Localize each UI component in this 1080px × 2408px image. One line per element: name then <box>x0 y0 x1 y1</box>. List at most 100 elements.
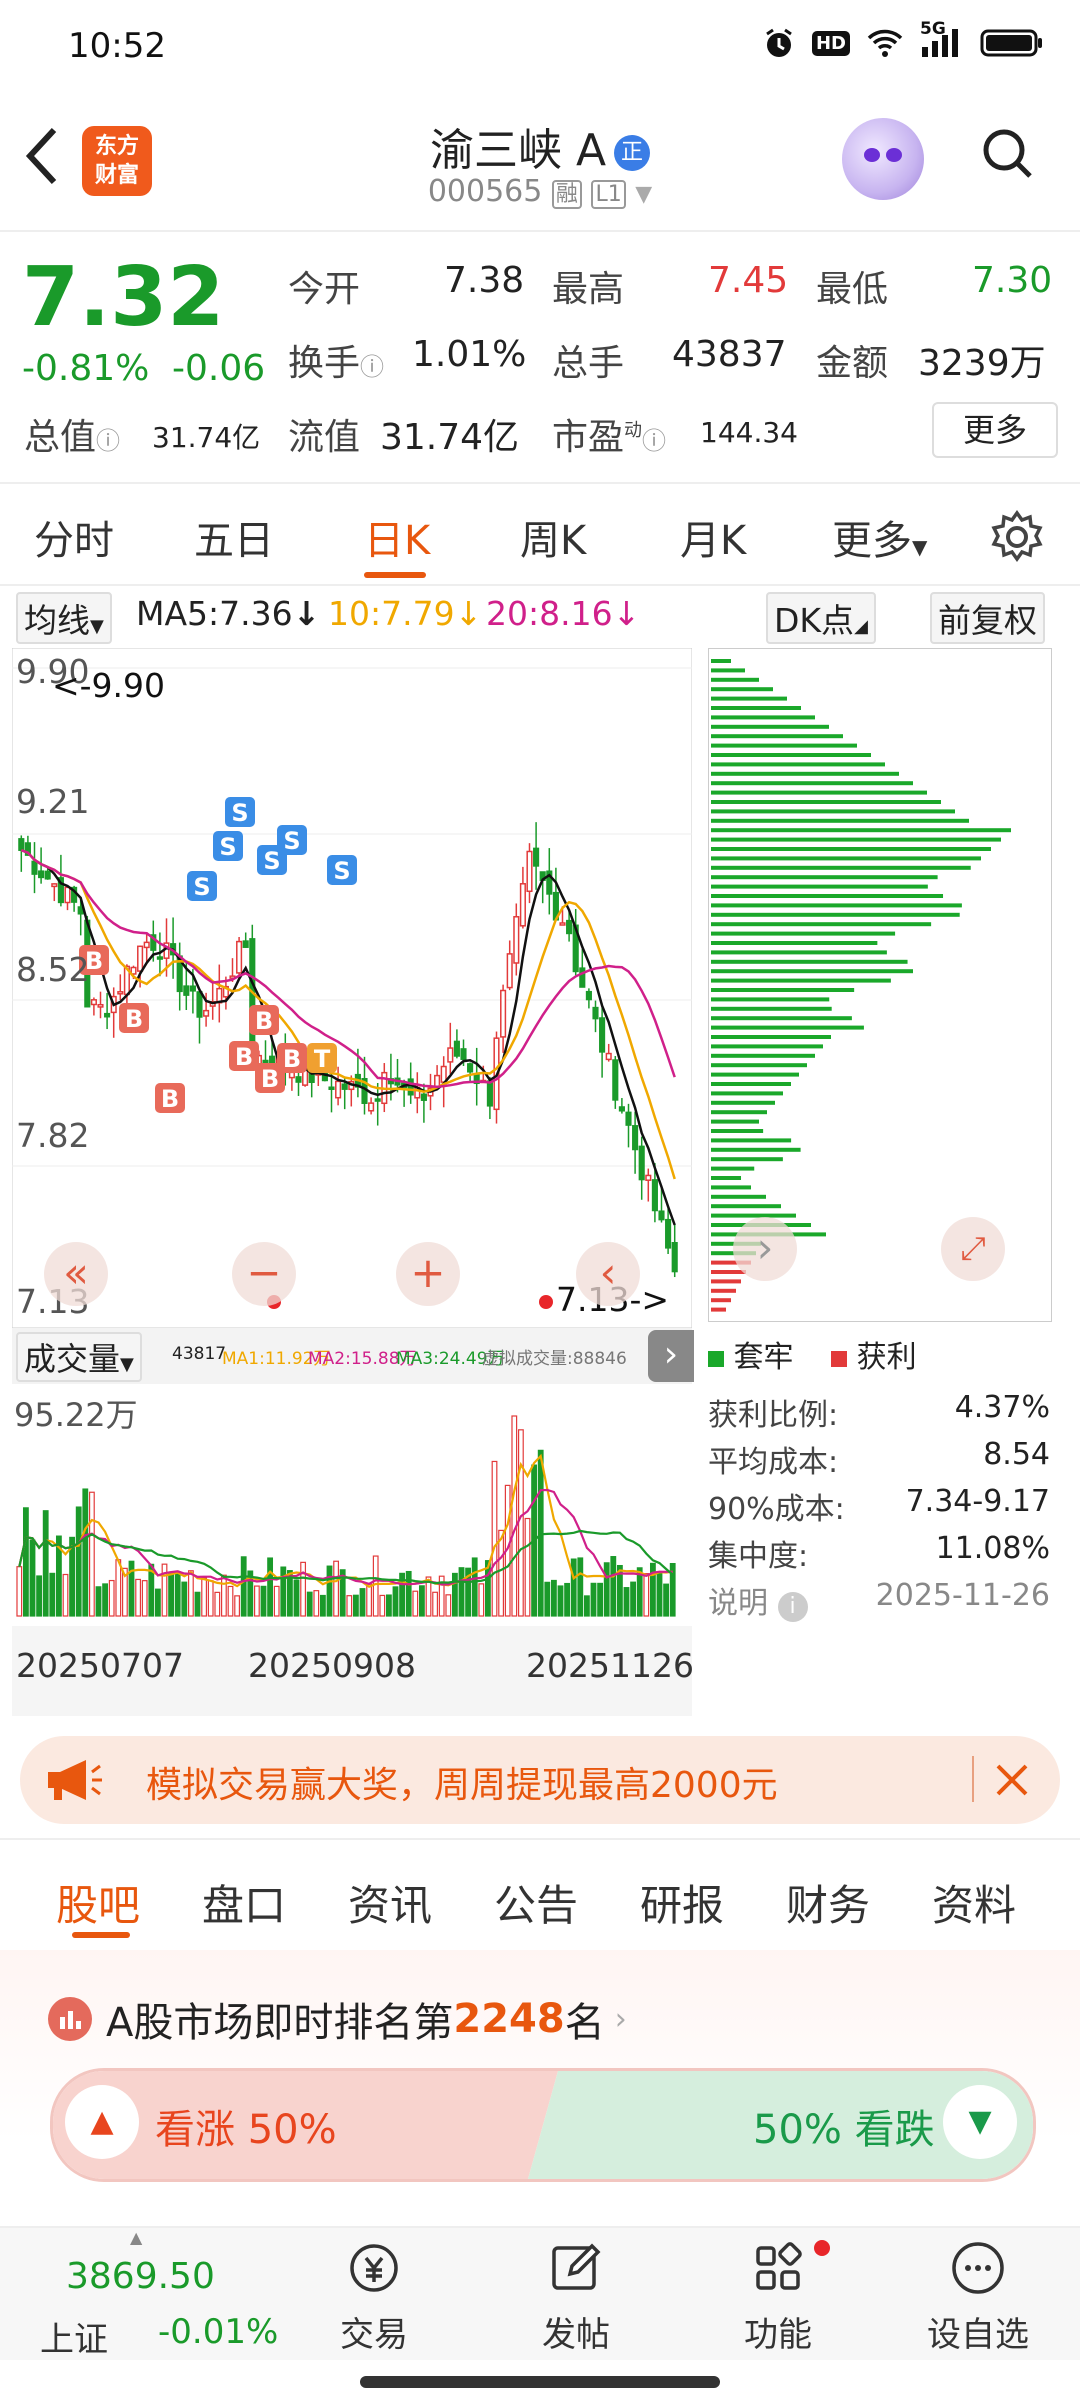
volume-bar <box>432 1591 439 1617</box>
volume-chart[interactable]: 95.22万 <box>12 1386 692 1626</box>
rank-number: 2248 <box>453 1996 565 2042</box>
candle-body <box>467 1063 474 1073</box>
marker-S: S <box>187 871 217 901</box>
chip-prev-button[interactable]: › <box>733 1217 797 1281</box>
chip-bar <box>711 696 787 701</box>
chip-bar <box>711 978 891 983</box>
tab-guba[interactable]: 股吧 <box>56 1872 140 1933</box>
indicator-selector[interactable]: 均线▼ <box>16 592 112 644</box>
rank-link[interactable]: A股市场即时排名第 2248 名 › <box>48 1990 627 2048</box>
nav-functions[interactable]: 功能 <box>738 2238 830 2356</box>
ai-assistant-avatar[interactable] <box>842 118 924 200</box>
info-icon[interactable]: ⓘ <box>360 353 384 381</box>
volume-value: 43837 <box>672 334 787 375</box>
volume-bar <box>16 1566 23 1617</box>
marker-text: B <box>261 1065 279 1093</box>
promo-banner[interactable]: 模拟交易赢大奖，周周提现最高2000元 <box>20 1736 1060 1824</box>
marker-text: T <box>314 1045 331 1073</box>
pe-label: 市盈动ⓘ <box>552 417 667 458</box>
tab-five-day[interactable]: 五日 <box>194 508 274 566</box>
candle-body <box>420 1093 427 1101</box>
volume-bar <box>135 1578 142 1617</box>
active-tab-indicator <box>72 1932 130 1938</box>
tab-profile[interactable]: 资料 <box>932 1872 1016 1933</box>
vote-down-button[interactable]: ▼ <box>943 2085 1017 2159</box>
volume-bar <box>630 1581 637 1617</box>
nav-add-watchlist[interactable]: 设自选 <box>918 2238 1038 2356</box>
expand-icon[interactable]: ⤢ <box>941 1217 1005 1281</box>
chip-bar <box>711 941 878 945</box>
volume-bar <box>220 1574 227 1617</box>
candle-body <box>638 1145 645 1181</box>
legend-trapped: 套牢 <box>733 1340 794 1375</box>
chip-bar <box>711 1147 801 1152</box>
candle-body <box>519 883 526 927</box>
candle-body <box>526 850 533 893</box>
date-label: 20251126 <box>526 1646 694 1685</box>
index-name[interactable]: 上证 <box>40 2312 108 2361</box>
tab-announcements[interactable]: 公告 <box>494 1872 578 1933</box>
zoom-out-button[interactable]: − <box>232 1242 296 1306</box>
candle-body <box>592 1006 599 1020</box>
marker-B: B <box>119 1003 149 1033</box>
volume-bar <box>346 1595 353 1617</box>
volume-bar <box>498 1529 505 1617</box>
search-icon[interactable] <box>980 126 1034 180</box>
chip-bar <box>711 1307 726 1312</box>
tab-weekly-k[interactable]: 周K <box>520 508 586 566</box>
chip-bar <box>711 997 830 1002</box>
tab-intraday[interactable]: 分时 <box>34 508 114 566</box>
volume-selector[interactable]: 成交量▼ <box>16 1332 142 1382</box>
chip-bar <box>711 1072 799 1077</box>
candle-body <box>460 1048 467 1060</box>
level-badge: L1 <box>591 180 626 209</box>
chip-bar <box>711 1082 791 1086</box>
zoom-in-button[interactable]: + <box>396 1242 460 1306</box>
candle-body <box>236 940 243 974</box>
volume-bar <box>577 1557 584 1617</box>
chip-distribution-chart[interactable]: › ⤢ <box>708 648 1052 1322</box>
volume-bar <box>194 1591 201 1617</box>
vote-up-button[interactable]: ▲ <box>65 2085 139 2159</box>
candle-body <box>513 916 520 964</box>
tab-research[interactable]: 研报 <box>640 1872 724 1933</box>
turnover-value: 1.01% <box>412 334 527 375</box>
tab-monthly-k[interactable]: 月K <box>680 508 746 566</box>
volume-bar <box>478 1583 485 1617</box>
candle-body <box>90 999 97 1006</box>
chip-bar <box>711 818 969 823</box>
nav-trade[interactable]: 交易 <box>334 2238 414 2356</box>
nav-post[interactable]: 发帖 <box>536 2238 616 2356</box>
dk-point-selector[interactable]: DK点◢ <box>766 592 876 644</box>
scroll-left-button[interactable]: ‹ <box>576 1242 640 1306</box>
expand-panel-button[interactable]: › <box>648 1330 694 1382</box>
volume-label: 总手 <box>552 343 625 384</box>
volume-bar <box>451 1572 458 1617</box>
note-link[interactable]: 说明 i <box>708 1578 808 1625</box>
status-time: 10:52 <box>68 26 166 66</box>
tab-more[interactable]: 更多▼ <box>832 508 927 566</box>
info-icon[interactable]: ⓘ <box>96 427 120 455</box>
kline-chart[interactable]: BBBBBBBTSSSSSS 9.90 9.21 8.52 7.82 7.13 … <box>12 648 692 1328</box>
marker-S: S <box>225 797 255 827</box>
chip-bar <box>711 969 913 974</box>
ma10-value: 10:7.79↓ <box>328 594 483 633</box>
scroll-left-far-button[interactable]: « <box>44 1242 108 1306</box>
tab-pankou[interactable]: 盘口 <box>202 1872 286 1933</box>
hd-icon: HD <box>811 30 850 56</box>
volume-bar <box>392 1586 399 1617</box>
adjust-selector[interactable]: 前复权 <box>930 592 1045 644</box>
index-value[interactable]: 3869.50 <box>66 2256 215 2297</box>
index-change[interactable]: -0.01% <box>158 2312 278 2352</box>
chip-bar <box>711 922 932 927</box>
info-icon[interactable]: ⓘ <box>642 427 666 455</box>
tab-daily-k[interactable]: 日K <box>364 508 430 566</box>
tab-news[interactable]: 资讯 <box>348 1872 432 1933</box>
tab-financials[interactable]: 财务 <box>786 1872 870 1933</box>
volume-bar <box>240 1556 247 1617</box>
legend-profit: 获利 <box>856 1340 917 1375</box>
settings-gear-icon[interactable] <box>990 510 1044 564</box>
more-quote-button[interactable]: 更多 <box>932 402 1058 458</box>
close-icon[interactable] <box>994 1762 1030 1798</box>
volume-bar <box>95 1586 102 1617</box>
